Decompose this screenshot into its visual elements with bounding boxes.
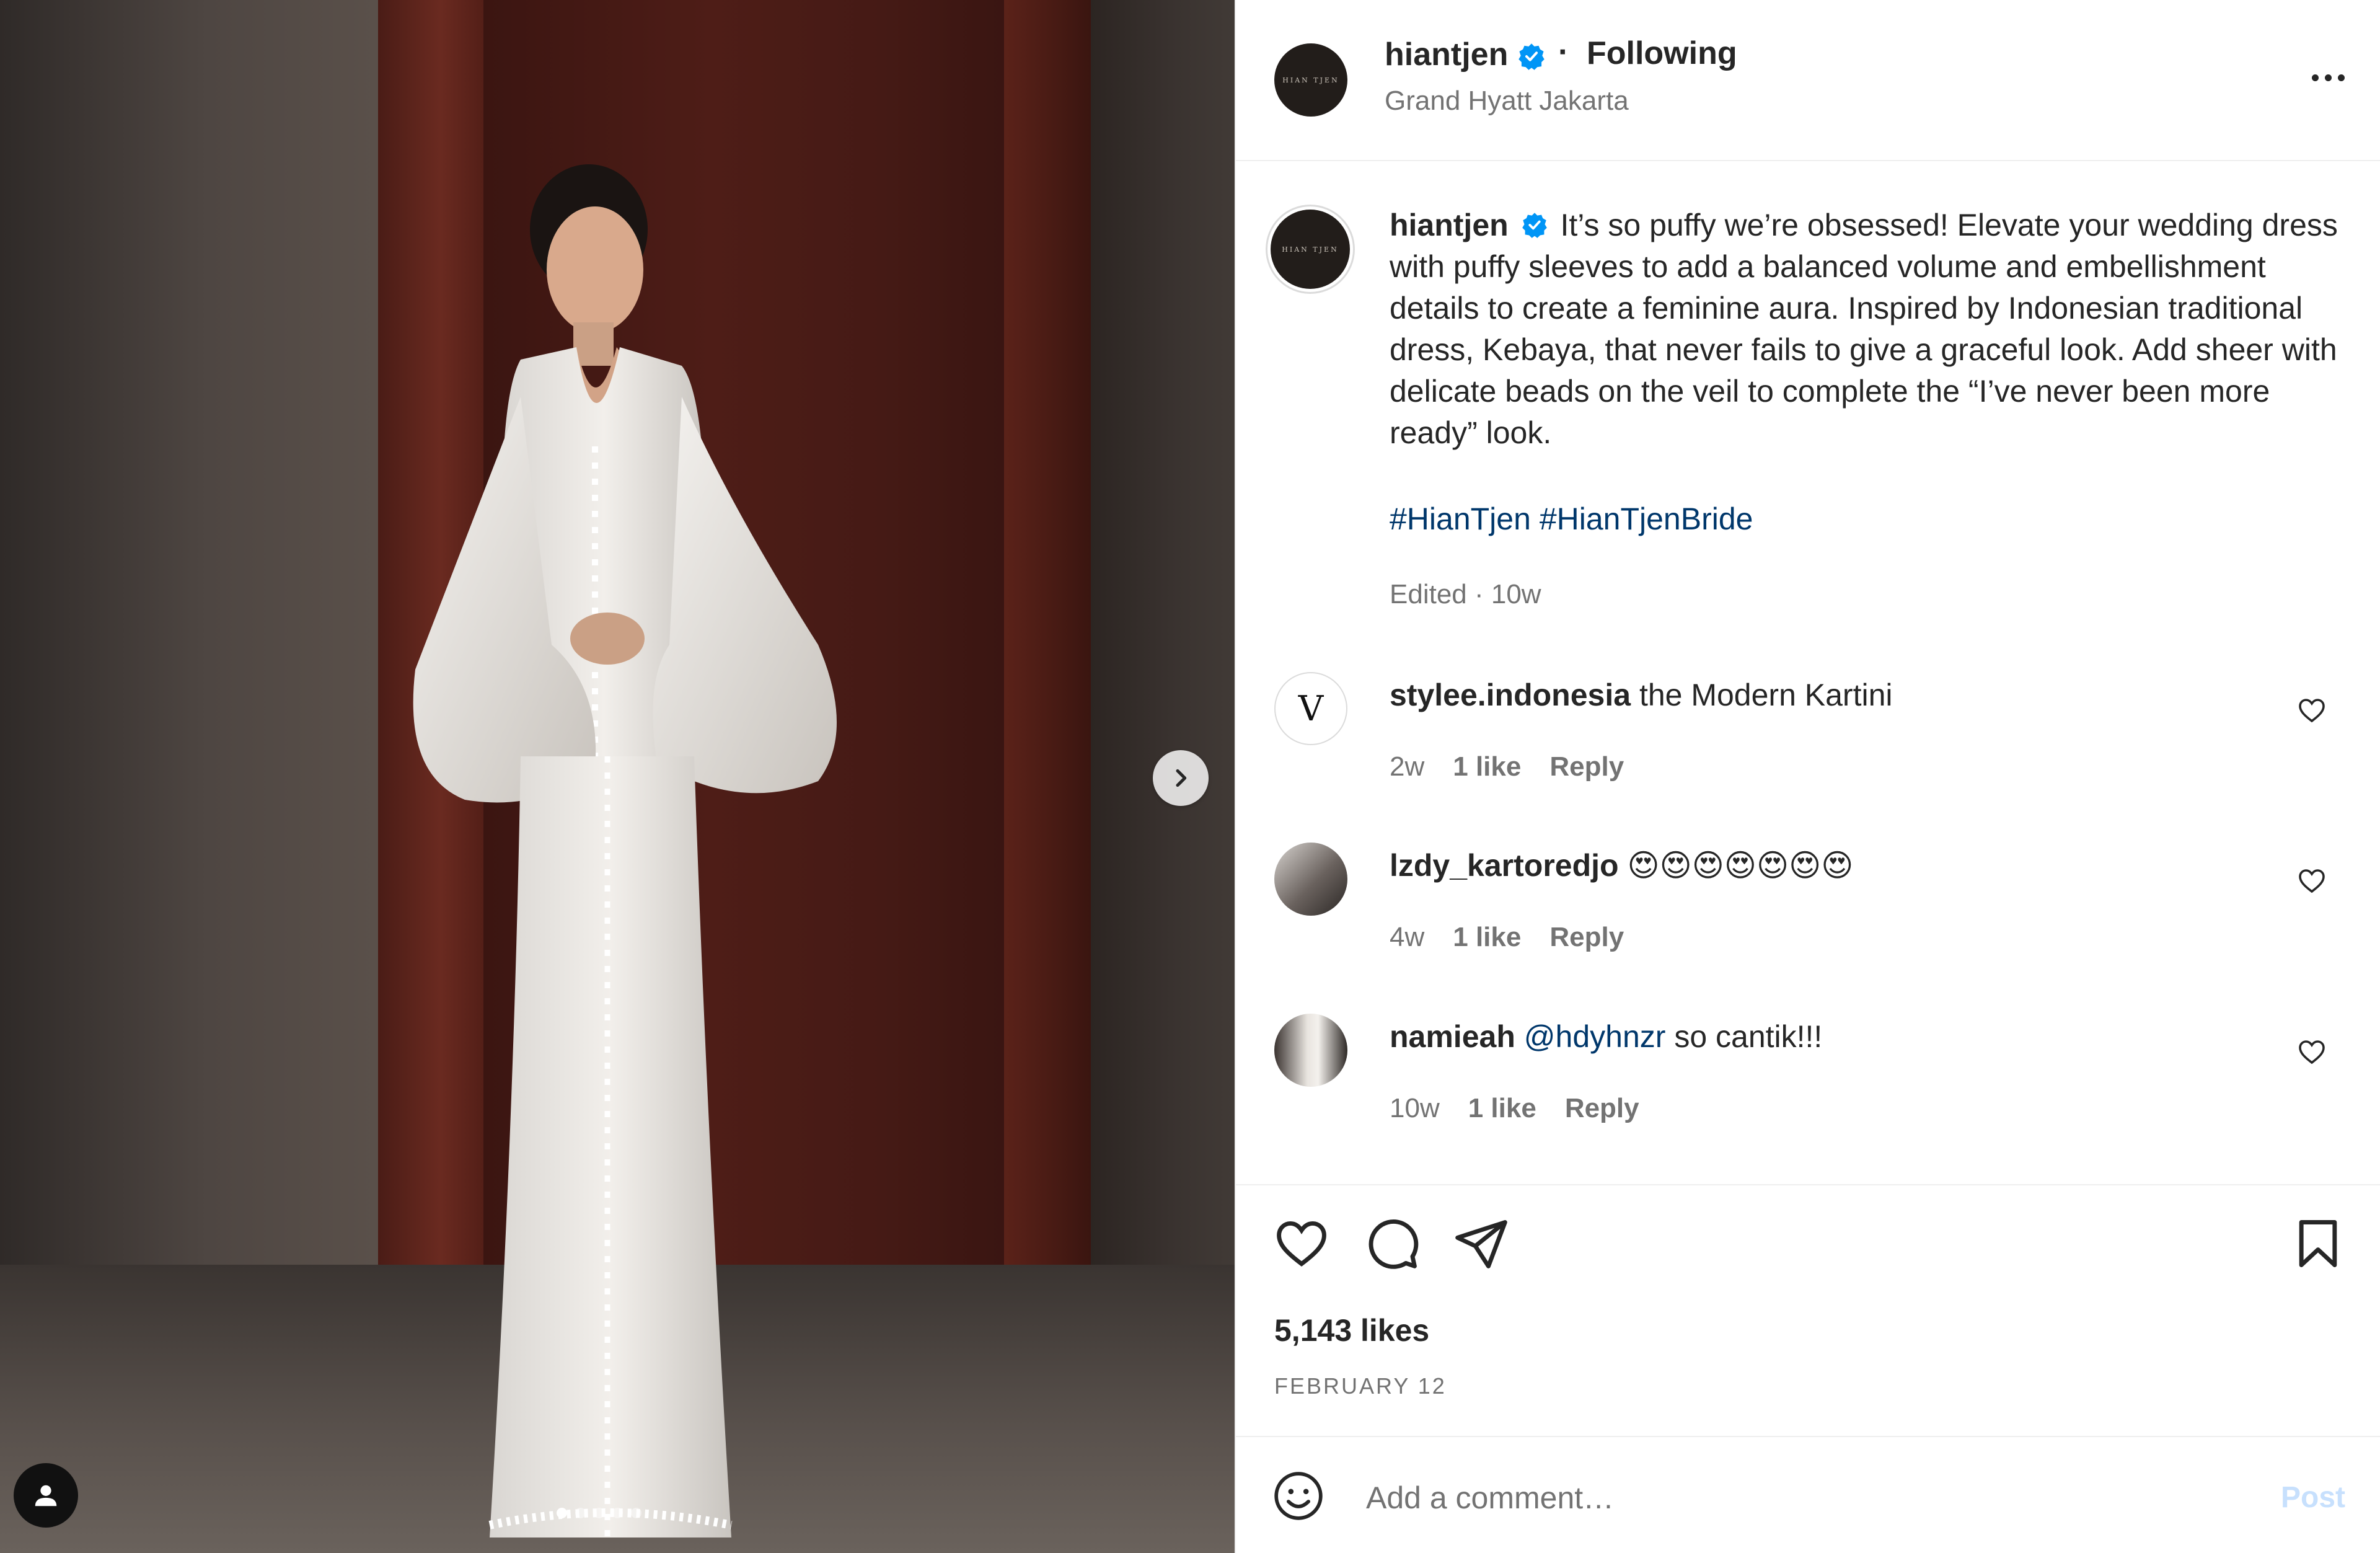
carousel-dot (612, 1508, 623, 1518)
heart-icon[interactable] (2297, 1037, 2327, 1067)
caption-edited-timestamp: Edited · 10w (1390, 579, 1541, 609)
comment-item: V stylee.indonesia the Modern Kartini 2w… (1236, 671, 2380, 795)
comment-meta: 2w 1 like Reply (1390, 751, 1624, 782)
post-media[interactable] (0, 0, 1235, 1553)
bookmark-icon[interactable] (2290, 1215, 2347, 1272)
commenter-avatar[interactable] (1274, 1014, 1347, 1087)
post-date: FEBRUARY 12 (1274, 1373, 1447, 1399)
comment-username[interactable]: namieah (1390, 1019, 1515, 1054)
comment-item: lzdy_kartoredjo 😍😍😍😍😍😍😍 4w 1 like Reply (1236, 841, 2380, 965)
add-comment-input[interactable] (1366, 1473, 2234, 1523)
comment-mention-link[interactable]: @hdyhnzr (1524, 1019, 1666, 1054)
comment-text: stylee.indonesia the Modern Kartini (1390, 677, 1893, 713)
like-count[interactable]: 5,143 likes (1274, 1312, 1429, 1348)
user-tag-icon (35, 1485, 57, 1507)
reply-button[interactable]: Reply (1549, 751, 1624, 782)
post-details-panel: HIAN TJEN hiantjen · Following Grand Hya… (1235, 0, 2380, 1553)
comment-body: so cantik!!! (1674, 1019, 1823, 1054)
comment-username[interactable]: lzdy_kartoredjo (1390, 848, 1619, 883)
carousel-dot (575, 1508, 586, 1518)
commenter-avatar[interactable]: V (1274, 672, 1347, 745)
comment-meta: 4w 1 like Reply (1390, 922, 1624, 953)
caption-hashtags: #HianTjen #HianTjenBride (1390, 501, 1753, 537)
comment-meta: 10w 1 like Reply (1390, 1093, 1639, 1124)
reply-button[interactable]: Reply (1549, 922, 1624, 953)
comment-body: 😍😍😍😍😍😍😍 (1627, 848, 1854, 883)
author-username-row: hiantjen (1385, 36, 1546, 73)
heart-icon[interactable] (2297, 866, 2327, 896)
avatar-logo-text: V (1298, 688, 1324, 729)
more-options-icon[interactable] (2303, 59, 2353, 96)
comment-username[interactable]: stylee.indonesia (1390, 678, 1631, 712)
header-separator: · (1558, 34, 1569, 70)
comment-body: the Modern Kartini (1639, 678, 1893, 712)
next-slide-button[interactable] (1153, 750, 1209, 806)
comment-item: namieah @hdyhnzr so cantik!!! 10w 1 like… (1236, 1012, 2380, 1136)
verified-badge-icon (1522, 212, 1547, 238)
comment-like-count[interactable]: 1 like (1453, 922, 1521, 953)
carousel-dot (631, 1508, 641, 1518)
add-comment-divider (1236, 1436, 2380, 1437)
avatar-logo-text: HIAN TJEN (1282, 245, 1339, 254)
carousel-dot (594, 1508, 604, 1518)
carousel-indicator (557, 1508, 641, 1518)
comment-like-count[interactable]: 1 like (1453, 751, 1521, 782)
caption-avatar[interactable]: HIAN TJEN (1271, 210, 1350, 289)
caption-text: hiantjen It’s so puffy we’re obsessed! E… (1390, 205, 2344, 454)
location-link[interactable]: Grand Hyatt Jakarta (1385, 86, 1629, 117)
commenter-avatar[interactable] (1274, 843, 1347, 916)
share-icon[interactable] (1453, 1215, 1510, 1272)
bride-figure-photo (413, 164, 837, 1538)
caption-body: It’s so puffy we’re obsessed! Elevate yo… (1390, 208, 2338, 450)
caption-username[interactable]: hiantjen (1390, 208, 1509, 242)
comment-icon[interactable] (1364, 1215, 1421, 1272)
carousel-dot (557, 1508, 567, 1518)
comment-text: lzdy_kartoredjo 😍😍😍😍😍😍😍 (1390, 847, 1853, 883)
comment-text: namieah @hdyhnzr so cantik!!! (1390, 1019, 1822, 1055)
hashtag-link[interactable]: #HianTjenBride (1540, 502, 1753, 536)
verified-badge-icon (1518, 43, 1545, 71)
actions-divider (1236, 1184, 2380, 1185)
photo-door-frame-right (1004, 0, 1091, 1364)
avatar-logo-text: HIAN TJEN (1282, 76, 1339, 84)
chevron-right-icon (1176, 769, 1187, 787)
author-avatar[interactable]: HIAN TJEN (1274, 43, 1347, 117)
post-header: HIAN TJEN hiantjen · Following Grand Hya… (1236, 0, 2380, 161)
emoji-icon[interactable] (1272, 1469, 1325, 1523)
post-comment-button[interactable]: Post (2281, 1480, 2345, 1515)
comment-age: 4w (1390, 922, 1425, 952)
comment-age: 10w (1390, 1093, 1440, 1123)
reply-button[interactable]: Reply (1565, 1093, 1639, 1124)
heart-icon[interactable] (1273, 1215, 1330, 1272)
comment-age: 2w (1390, 751, 1425, 782)
comment-like-count[interactable]: 1 like (1468, 1093, 1536, 1124)
following-button[interactable]: Following (1587, 35, 1737, 72)
hashtag-link[interactable]: #HianTjen (1390, 502, 1531, 536)
author-username[interactable]: hiantjen (1385, 37, 1508, 73)
heart-icon[interactable] (2297, 696, 2327, 725)
tagged-users-button[interactable] (14, 1463, 78, 1528)
